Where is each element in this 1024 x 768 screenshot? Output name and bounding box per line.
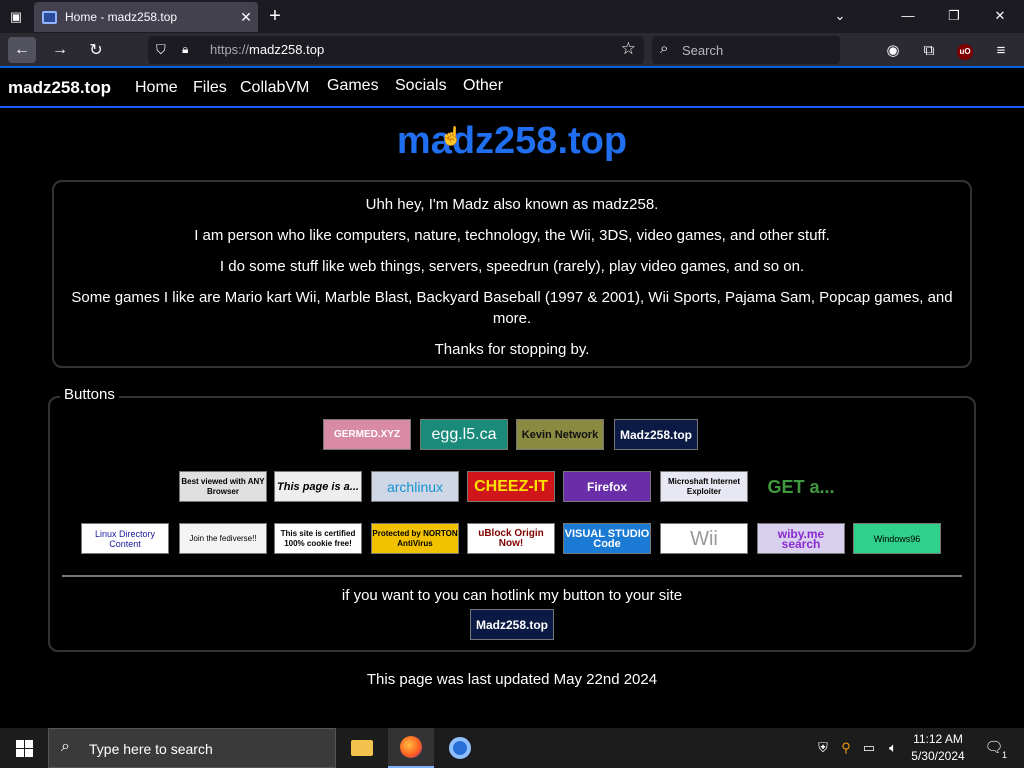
- about-line-2: I am person who like computers, nature, …: [194, 227, 830, 244]
- search-icon: ⌕: [61, 738, 70, 755]
- button-windows96[interactable]: Windows96: [853, 523, 941, 554]
- button-cookie-free[interactable]: This site is certified 100% cookie free!: [274, 523, 362, 554]
- button-wii[interactable]: Wii: [660, 523, 748, 554]
- tab-list-icon[interactable]: ▣: [6, 7, 26, 27]
- about-box: Uhh hey, I'm Madz also known as madz258.…: [52, 180, 972, 368]
- hero-title: madz258.top: [396, 120, 628, 162]
- button-get-a[interactable]: GET a...: [757, 471, 845, 502]
- button-wiby-me[interactable]: wiby.me search: [757, 523, 845, 554]
- minimize-button[interactable]: —: [888, 5, 928, 27]
- button-fediverse[interactable]: Join the fediverse!!: [179, 523, 267, 554]
- button-egg-l5-ca[interactable]: egg.l5.ca: [420, 419, 508, 450]
- chromium-icon[interactable]: [437, 728, 483, 768]
- tab-title: Home - madz258.top: [65, 10, 178, 24]
- taskbar-search-placeholder: Type here to search: [89, 741, 213, 757]
- web-page: madz258.top Home Files CollabVM Games So…: [0, 68, 1024, 728]
- notification-count: 1: [1001, 750, 1007, 760]
- back-button[interactable]: ←: [8, 37, 36, 63]
- button-ublock-origin[interactable]: uBlock Origin Now!: [467, 523, 555, 554]
- tab-home[interactable]: Home - madz258.top ✕: [34, 2, 258, 32]
- button-kevin-network[interactable]: Kevin Network: [516, 419, 604, 450]
- lock-icon[interactable]: 🔒︎: [182, 42, 196, 58]
- clock[interactable]: 11:12 AM 5/30/2024: [900, 731, 976, 765]
- forward-button[interactable]: →: [46, 37, 74, 63]
- ublock-origin-icon[interactable]: uO: [954, 39, 976, 61]
- button-norton-antivirus[interactable]: Protected by NORTON AntiVirus: [371, 523, 459, 554]
- about-line-1: Uhh hey, I'm Madz also known as madz258.: [365, 196, 659, 213]
- nav-collabvm[interactable]: CollabVM: [240, 79, 309, 97]
- buttons-divider: [62, 575, 962, 577]
- last-updated-footer: This page was last updated May 22nd 2024: [366, 671, 658, 688]
- about-line-5: Thanks for stopping by.: [434, 341, 590, 358]
- buttons-heading: Buttons: [60, 386, 119, 403]
- restore-button[interactable]: ❐: [934, 5, 974, 27]
- button-this-page-is-a[interactable]: This page is a...: [274, 471, 362, 502]
- nav-files[interactable]: Files: [193, 79, 227, 97]
- about-line-4: Some games I like are Mario kart Wii, Ma…: [71, 289, 953, 327]
- close-tab-icon[interactable]: ✕: [234, 9, 258, 26]
- button-germed-xyz[interactable]: GERMED.XYZ: [323, 419, 411, 450]
- button-microshaft-ie[interactable]: Microshaft Internet Exploiter: [660, 471, 748, 502]
- tracking-protection-icon[interactable]: ⛉: [156, 42, 170, 58]
- defender-shield-icon[interactable]: ⛨: [814, 738, 832, 758]
- nav-games[interactable]: Games: [327, 77, 379, 95]
- mouse-cursor-icon: ☝: [440, 126, 463, 146]
- firefox-icon[interactable]: [388, 728, 434, 768]
- start-button[interactable]: [0, 728, 48, 768]
- browser-tabbar: ▣ Home - madz258.top ✕ + ⌄ — ❐ ✕: [0, 0, 1024, 33]
- taskbar: ⌕ Type here to search ⛨ ⚲ ▭ 🔈︎ 11:12 AM …: [0, 728, 1024, 768]
- menu-icon[interactable]: ≡: [990, 39, 1012, 61]
- browser-navbar: ← → ↻ ⛉ 🔒︎ https://madz258.top ☆ ⌕ Searc…: [0, 33, 1024, 67]
- clock-date: 5/30/2024: [911, 749, 965, 763]
- windows-logo-icon: [15, 739, 33, 757]
- button-best-viewed[interactable]: Best viewed with ANY Browser: [179, 471, 267, 502]
- site-nav: madz258.top Home Files CollabVM Games So…: [0, 68, 1024, 108]
- hotlink-madz258-button[interactable]: Madz258.top: [470, 609, 554, 640]
- site-brand[interactable]: madz258.top: [8, 78, 111, 98]
- nav-socials[interactable]: Socials: [395, 77, 447, 95]
- search-tray-icon[interactable]: ⚲: [837, 738, 855, 758]
- bookmark-star-icon[interactable]: ☆: [621, 39, 636, 59]
- search-bar[interactable]: ⌕ Search: [652, 36, 840, 64]
- clock-time: 11:12 AM: [913, 732, 963, 746]
- button-vs-code[interactable]: VISUAL STUDIO Code: [563, 523, 651, 554]
- button-madz258-top[interactable]: Madz258.top: [614, 419, 698, 450]
- nav-other[interactable]: Other: [463, 77, 503, 95]
- address-bar[interactable]: ⛉ 🔒︎ https://madz258.top ☆: [148, 36, 644, 64]
- account-icon[interactable]: ◉: [882, 39, 904, 61]
- site-favicon-icon: [42, 10, 57, 24]
- taskbar-search-box[interactable]: ⌕ Type here to search: [48, 728, 336, 768]
- button-cheez-it[interactable]: CHEEZ-IT: [467, 471, 555, 502]
- new-tab-button[interactable]: +: [264, 4, 286, 28]
- file-explorer-icon[interactable]: [339, 728, 385, 768]
- search-icon: ⌕: [660, 40, 669, 57]
- close-window-button[interactable]: ✕: [980, 5, 1020, 27]
- reload-button[interactable]: ↻: [82, 37, 110, 63]
- nav-home[interactable]: Home: [135, 79, 178, 97]
- button-firefox[interactable]: Firefox: [563, 471, 651, 502]
- hotlink-text: if you want to you can hotlink my button…: [341, 587, 683, 604]
- extensions-icon[interactable]: ⧉: [918, 39, 940, 61]
- network-icon[interactable]: ▭: [860, 738, 878, 758]
- url-text[interactable]: https://madz258.top: [210, 42, 324, 57]
- button-linux-directory[interactable]: Linux Directory Content: [81, 523, 169, 554]
- about-line-3: I do some stuff like web things, servers…: [219, 258, 805, 275]
- button-archlinux[interactable]: archlinux: [371, 471, 459, 502]
- notifications-icon[interactable]: 🗨︎ 1: [984, 737, 1007, 760]
- search-placeholder: Search: [682, 43, 724, 58]
- list-all-tabs-icon[interactable]: ⌄: [820, 5, 860, 27]
